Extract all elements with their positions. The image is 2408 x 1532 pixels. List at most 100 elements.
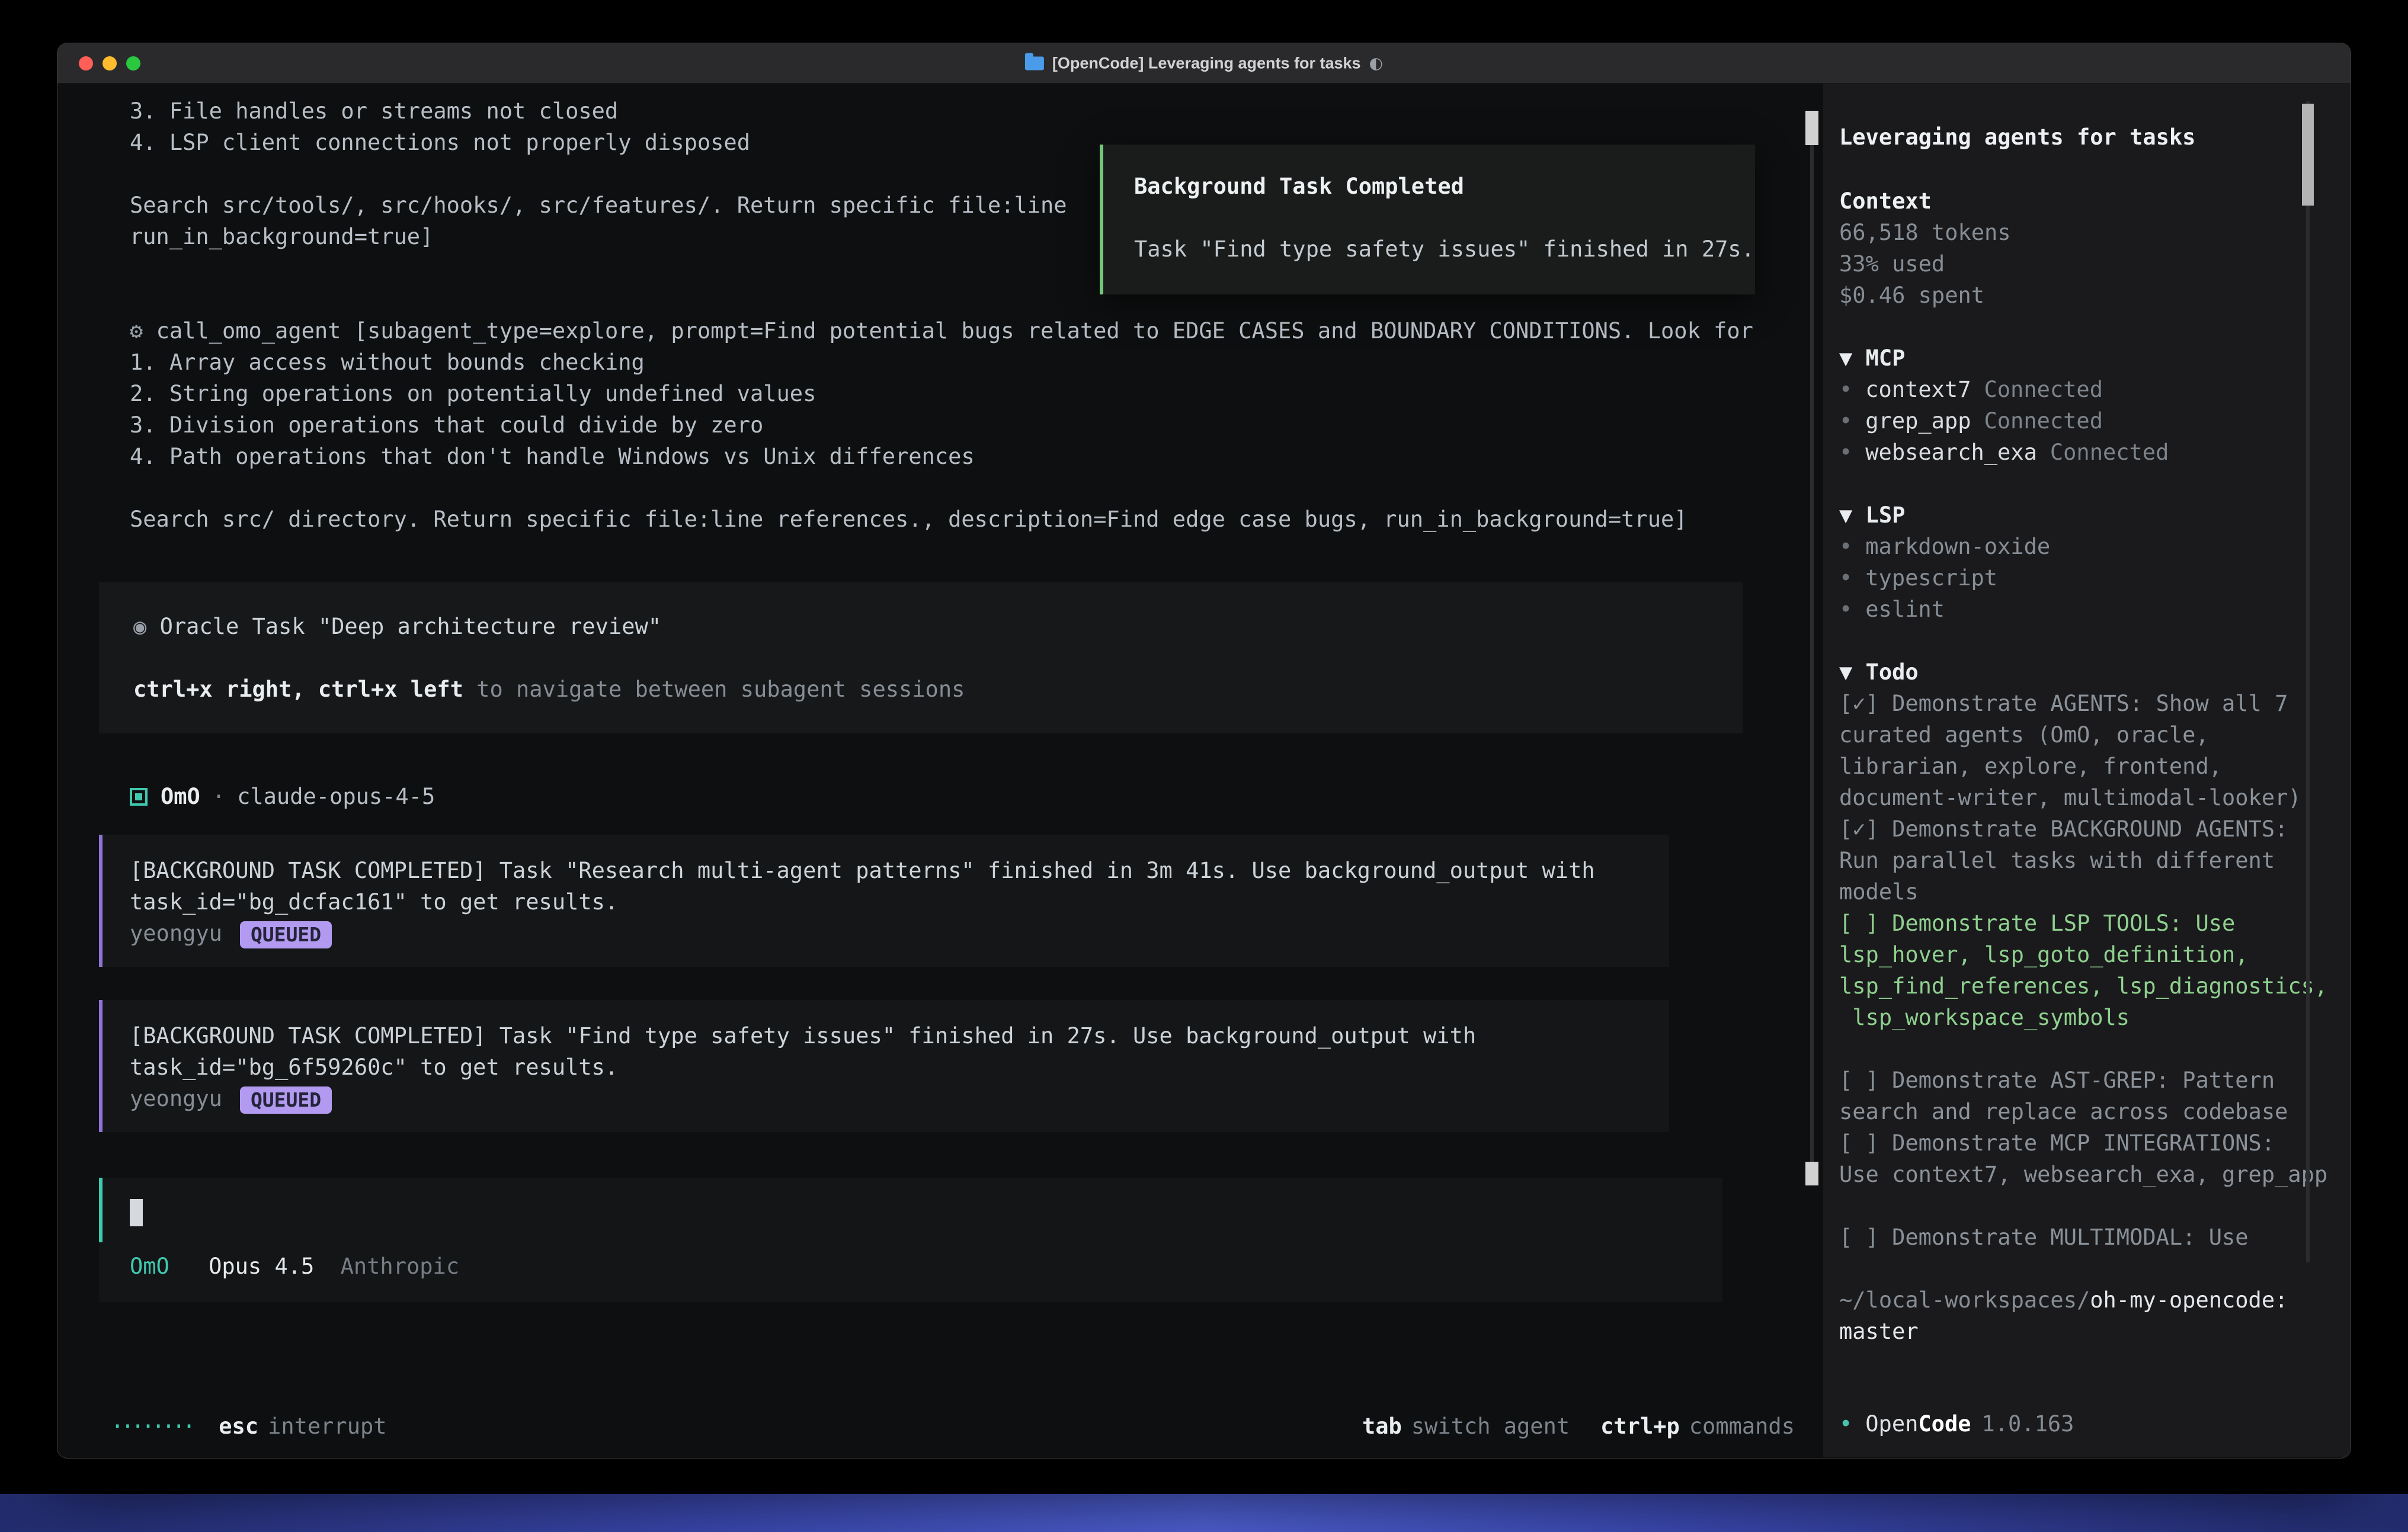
half-moon-icon: ◐ [1369, 54, 1384, 72]
subagent-navigation-hint: ctrl+x right, ctrl+x left to navigate be… [133, 674, 1743, 705]
todo-item: [ ] Demonstrate MCP INTEGRATIONS: Use co… [1839, 1127, 2333, 1190]
bullet-icon: • [1839, 565, 1852, 591]
sidebar-scrollbar-thumb[interactable] [2302, 104, 2314, 206]
oracle-task-title: Oracle Task "Deep architecture review" [160, 614, 661, 639]
oracle-task-panel: ◉ Oracle Task "Deep architecture review"… [99, 582, 1743, 733]
main-scrollbar[interactable] [1805, 111, 1818, 1185]
context-section: Context 66,518 tokens 33% used $0.46 spe… [1839, 185, 2333, 311]
esc-key-hint: esc [219, 1411, 258, 1442]
context-heading: Context [1839, 185, 2333, 217]
bullet-icon: • [1839, 534, 1852, 559]
message-line: task_id="bg_dcfac161" to get results. [130, 886, 1669, 918]
agent-model: claude-opus-4-5 [237, 781, 435, 812]
lsp-section-header[interactable]: ▼ LSP [1839, 499, 2333, 531]
close-window-button[interactable] [79, 56, 93, 70]
sidebar-scrollbar[interactable] [2302, 101, 2314, 1262]
window-title: [OpenCode] Leveraging agents for tasks [1052, 54, 1361, 72]
context-spent: $0.46 spent [1839, 280, 2333, 311]
message-line: [BACKGROUND TASK COMPLETED] Task "Find t… [130, 1020, 1669, 1052]
message-meta: yeongyu QUEUED [130, 918, 1669, 949]
brand-name: Open [1865, 1411, 1918, 1437]
lsp-item: • markdown-oxide [1839, 531, 2333, 562]
mcp-item-status: Connected [2050, 440, 2169, 465]
sidebar-pane: Leveraging agents for tasks Context 66,5… [1823, 84, 2351, 1457]
message-user: yeongyu [130, 1086, 222, 1111]
oracle-icon: ◉ [133, 614, 146, 639]
mcp-section-header[interactable]: ▼ MCP [1839, 342, 2333, 374]
status-bar-right: tab switch agent ctrl+p commands [1362, 1411, 1795, 1442]
tool-call-line: ⚙ call_omo_agent [subagent_type=explore,… [99, 315, 1823, 347]
background-task-message: [BACKGROUND TASK COMPLETED] Task "Find t… [99, 1000, 1669, 1132]
notification-body: Task "Find type safety issues" finished … [1134, 233, 1755, 265]
lsp-item: • eslint [1839, 594, 2333, 625]
message-line: task_id="bg_6f59260c" to get results. [130, 1052, 1669, 1083]
spinner-dots: ········ [111, 1411, 193, 1442]
active-agent-label: OmO [130, 1254, 169, 1279]
lsp-section: ▼ LSP • markdown-oxide • typescript • eslin… [1839, 499, 2333, 625]
main-scrollbar-thumb-bottom[interactable] [1805, 1162, 1818, 1185]
lsp-item-name: typescript [1865, 565, 1997, 591]
lsp-item-name: eslint [1865, 597, 1945, 622]
provider-label: Anthropic [341, 1254, 459, 1279]
oracle-panel-title-row: ◉ Oracle Task "Deep architecture review" [133, 611, 1743, 642]
bullet-icon: • [1839, 597, 1852, 622]
tab-key-hint: tab [1362, 1414, 1402, 1439]
workspace-repo: oh-my-opencode: [2090, 1287, 2288, 1313]
todo-item: [ ] Demonstrate MULTIMODAL: Use [1839, 1222, 2333, 1253]
terminal-pane: 3. File handles or streams not closed 4.… [57, 84, 1823, 1457]
shortcut-keys: ctrl+x right, ctrl+x left [133, 677, 463, 702]
mcp-item-status: Connected [1984, 377, 2103, 402]
todo-section-header[interactable]: ▼ Todo [1839, 656, 2333, 688]
status-bar: ········ esc interrupt tab switch agent c… [111, 1411, 1795, 1442]
context-used: 33% used [1839, 248, 2333, 280]
message-user: yeongyu [130, 921, 222, 946]
mcp-item-name: websearch_exa [1865, 440, 2037, 465]
minimize-window-button[interactable] [103, 56, 117, 70]
todo-item: [ ] Demonstrate AST-GREP: Pattern search… [1839, 1065, 2333, 1127]
prompt-list-line: 4. Path operations that don't handle Win… [99, 441, 1823, 472]
ctrlp-key-hint: ctrl+p [1600, 1414, 1680, 1439]
agent-name: OmO [161, 781, 200, 812]
mcp-item-status: Connected [1984, 408, 2103, 434]
lsp-item: • typescript [1839, 562, 2333, 594]
mcp-item: •grep_appConnected [1839, 405, 2333, 437]
terminal-line: 3. File handles or streams not closed [99, 95, 1823, 127]
workspace-path-prefix: ~/local-workspaces/ [1839, 1287, 2090, 1313]
mcp-item: • websearch_exa Connected [1839, 437, 2333, 468]
lsp-item-name: markdown-oxide [1865, 534, 2050, 559]
text-cursor [130, 1199, 143, 1226]
queued-badge: QUEUED [240, 1086, 332, 1114]
interrupt-label: interrupt [268, 1411, 386, 1442]
ctrlp-hint-group: ctrl+p commands [1600, 1411, 1795, 1442]
shortcut-description: to navigate between subagent sessions [463, 677, 965, 702]
notification-toast: Background Task Completed Task "Find typ… [1100, 145, 1755, 294]
model-info-row: OmO Opus 4.5 Anthropic [99, 1242, 1722, 1302]
notification-title: Background Task Completed [1134, 171, 1755, 202]
prompt-input[interactable] [99, 1178, 1722, 1242]
folder-icon [1025, 56, 1044, 70]
todo-item: [✓] Demonstrate AGENTS: Show all 7 curat… [1839, 688, 2333, 813]
window-title-group: [OpenCode] Leveraging agents for tasks ◐ [1025, 54, 1383, 72]
tab-hint-group: tab switch agent [1362, 1411, 1570, 1442]
app-version-row: •OpenCode1.0.163 [1839, 1408, 2074, 1440]
separator-dot: · [212, 781, 225, 812]
workspace-branch: master [1839, 1319, 1919, 1344]
traffic-lights [57, 56, 140, 70]
zoom-window-button[interactable] [126, 56, 140, 70]
commands-label: commands [1689, 1414, 1795, 1439]
bullet-icon: • [1839, 1411, 1852, 1437]
main-scrollbar-thumb-top[interactable] [1805, 111, 1818, 145]
desktop-wallpaper-strip [0, 1494, 2408, 1532]
bullet-icon: • [1839, 440, 1852, 465]
queued-badge: QUEUED [240, 921, 332, 948]
tool-call-text: call_omo_agent [subagent_type=explore, p… [156, 318, 1753, 344]
agent-square-icon [130, 788, 148, 806]
switch-agent-label: switch agent [1411, 1414, 1570, 1439]
session-title: Leveraging agents for tasks [1839, 121, 2333, 153]
active-model-label: Opus 4.5 [209, 1254, 314, 1279]
agent-header: OmO · claude-opus-4-5 [99, 781, 1823, 812]
window-titlebar[interactable]: [OpenCode] Leveraging agents for tasks ◐ [57, 43, 2351, 84]
gear-icon: ⚙ [130, 318, 143, 344]
message-meta: yeongyu QUEUED [130, 1083, 1669, 1114]
brand-name-bold: Code [1918, 1411, 1971, 1437]
